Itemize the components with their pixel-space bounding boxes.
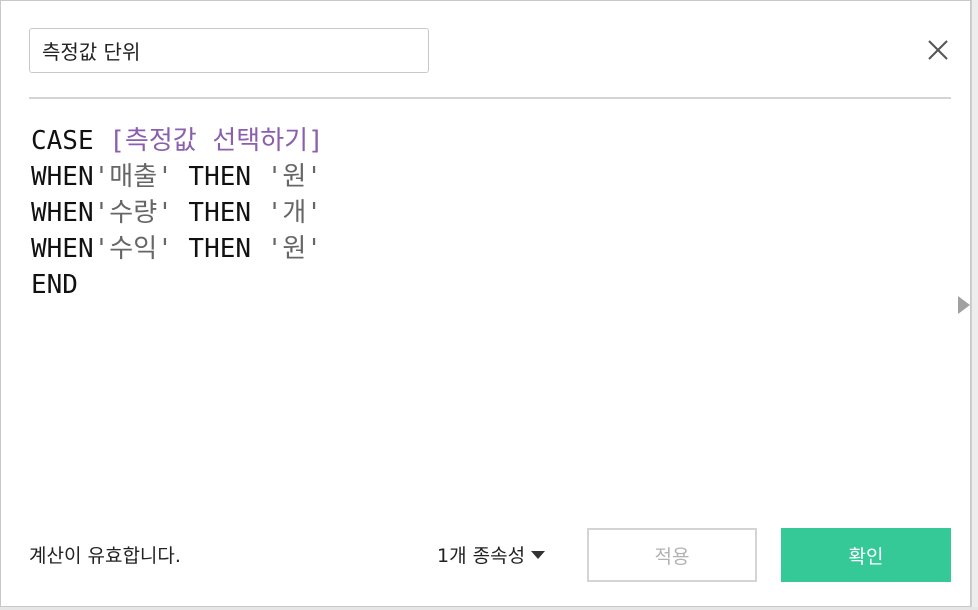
dependencies-dropdown[interactable]: 1개 종속성 (437, 541, 546, 568)
formula-editor[interactable]: CASE [측정값 선택하기] WHEN'매출' THEN '원' WHEN'수량'… (31, 123, 941, 503)
formula-line: END (31, 267, 941, 303)
keyword: THEN (172, 162, 267, 192)
ok-button[interactable]: 확인 (781, 528, 951, 582)
apply-button[interactable]: 적용 (587, 528, 757, 582)
string-literal: '수량' (93, 198, 173, 228)
keyword: THEN (172, 234, 267, 264)
triangle-right-icon[interactable] (957, 294, 971, 316)
formula-line: WHEN'수량' THEN '개' (31, 195, 941, 231)
calculation-dialog: CASE [측정값 선택하기]WHEN'매출' THEN '원'WHEN'수량'… (0, 0, 971, 607)
string-literal: '수익' (93, 234, 173, 264)
string-literal: '원' (266, 162, 322, 192)
keyword: WHEN (31, 198, 94, 228)
formula-line: CASE [측정값 선택하기] (31, 123, 941, 159)
string-literal: '매출' (93, 162, 173, 192)
field-reference: [측정값 선택하기] (109, 126, 324, 156)
string-literal: '개' (266, 198, 322, 228)
keyword: THEN (172, 198, 267, 228)
dependencies-label: 1개 종속성 (437, 545, 526, 567)
keyword: WHEN (31, 162, 94, 192)
caret-down-icon (531, 550, 546, 559)
close-icon[interactable] (923, 35, 953, 65)
keyword: WHEN (31, 234, 94, 264)
header-divider (29, 97, 951, 99)
keyword: CASE (31, 126, 110, 156)
calculation-name-input[interactable] (29, 28, 429, 73)
validation-status: 계산이 유효합니다. (29, 545, 181, 567)
string-literal: '원' (266, 234, 322, 264)
formula-line: WHEN'매출' THEN '원' (31, 159, 941, 195)
keyword: END (31, 270, 78, 300)
background-window-edge (971, 0, 978, 610)
formula-line: WHEN'수익' THEN '원' (31, 231, 941, 267)
